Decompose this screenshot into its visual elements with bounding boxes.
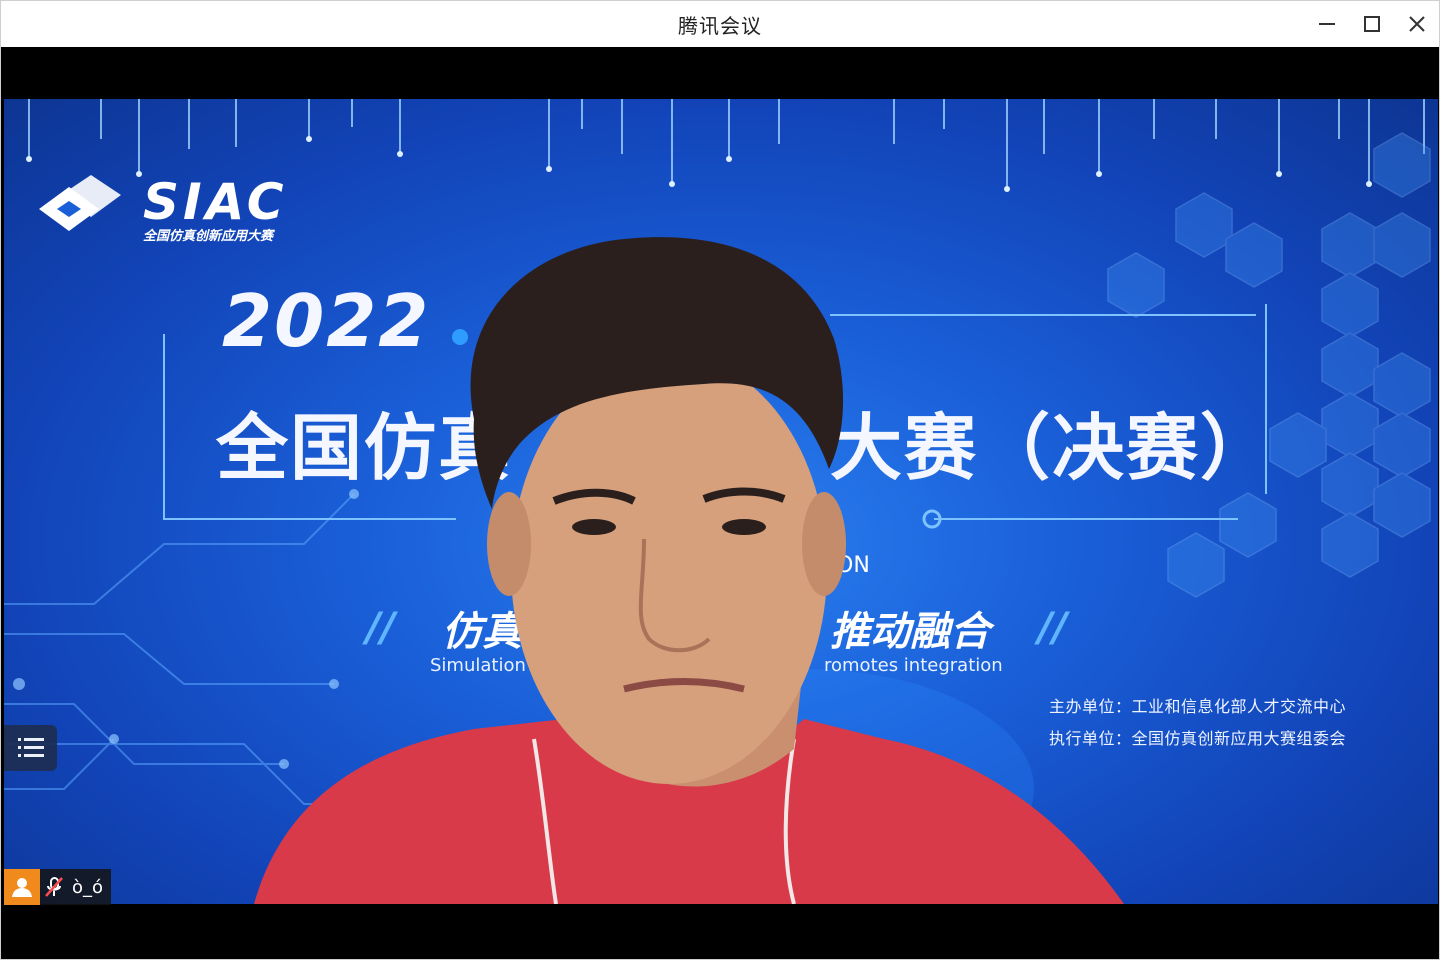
maximize-icon <box>1363 16 1380 32</box>
mic-status <box>40 869 68 905</box>
title-bar: 腾讯会议 <box>1 1 1439 47</box>
avatar <box>4 869 40 905</box>
close-icon <box>1408 16 1425 32</box>
participant-video[interactable]: SIAC 全国仿真创新应用大赛 2022 全国仿真 大赛（决赛） ON // 仿… <box>4 99 1438 904</box>
meeting-window: 腾讯会议 SIAC 全国仿真创新应用大赛 2022 全国仿真 大赛（决赛） ON… <box>0 0 1440 960</box>
participant-list-button[interactable] <box>4 725 57 771</box>
user-icon <box>12 878 32 897</box>
close-button[interactable] <box>1394 1 1439 47</box>
mic-muted-icon <box>45 877 63 897</box>
minimize-button[interactable] <box>1304 1 1349 47</box>
video-stage: SIAC 全国仿真创新应用大赛 2022 全国仿真 大赛（决赛） ON // 仿… <box>4 47 1438 958</box>
window-title: 腾讯会议 <box>678 13 762 38</box>
participant-name-tag: ò_ó <box>4 869 112 905</box>
minimize-icon <box>1318 23 1335 25</box>
window-controls <box>1304 1 1439 47</box>
participant-name: ò_ó <box>72 876 104 898</box>
participant-figure <box>254 237 1124 904</box>
maximize-button[interactable] <box>1349 1 1394 47</box>
list-icon <box>17 738 44 757</box>
